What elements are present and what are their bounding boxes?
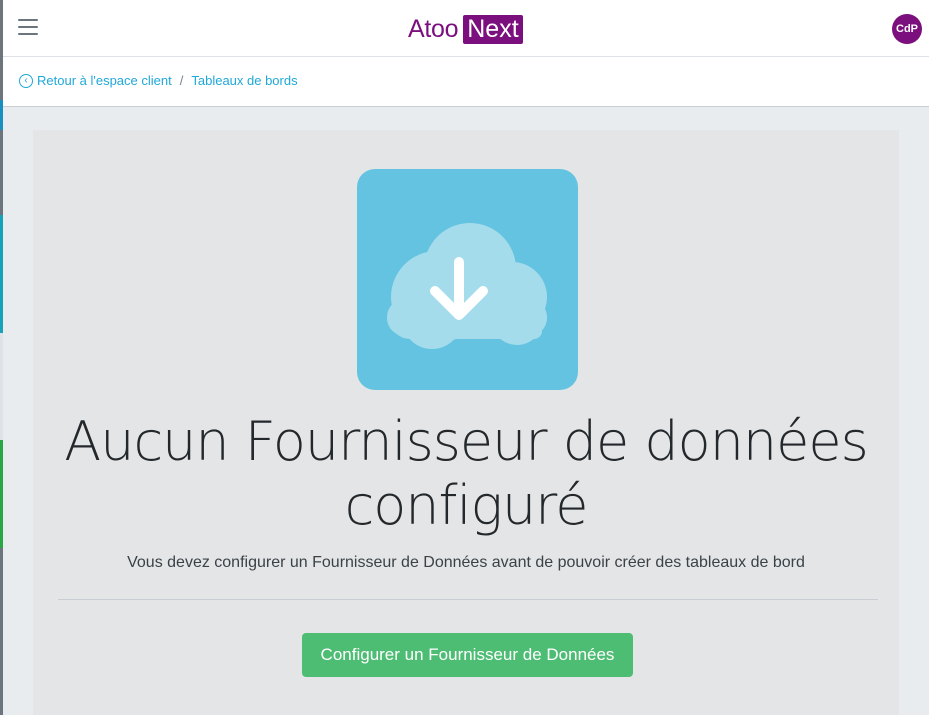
empty-state-panel: Aucun Fournisseur de données configuré V… — [33, 130, 899, 715]
brand-name-secondary: Next — [463, 14, 523, 44]
top-navbar: Atoo Next CdP — [3, 0, 929, 57]
chevron-left-circle-icon: ‹ — [19, 73, 33, 88]
empty-state-title: Aucun Fournisseur de données configuré — [64, 410, 868, 537]
breadcrumb-back-link[interactable]: ‹ Retour à l'espace client — [19, 73, 172, 88]
breadcrumb-bar: ‹ Retour à l'espace client / Tableaux de… — [3, 57, 929, 107]
app-window: Atoo Next CdP ‹ Retour à l'espace client… — [3, 0, 929, 715]
user-avatar[interactable]: CdP — [892, 14, 922, 44]
brand-name-primary: Atoo — [408, 14, 459, 43]
screen: Atoo Next CdP ‹ Retour à l'espace client… — [0, 0, 929, 715]
brand-logo[interactable]: Atoo Next — [408, 14, 523, 44]
configure-data-provider-button[interactable]: Configurer un Fournisseur de Données — [302, 633, 633, 677]
empty-state-description: Vous devez configurer un Fournisseur de … — [127, 554, 805, 571]
breadcrumb-current[interactable]: Tableaux de bords — [191, 73, 297, 88]
breadcrumb-back-label: Retour à l'espace client — [37, 73, 172, 88]
menu-icon[interactable] — [18, 19, 38, 37]
breadcrumb-separator: / — [179, 73, 184, 88]
breadcrumb: ‹ Retour à l'espace client / Tableaux de… — [19, 73, 298, 88]
cloud-download-icon — [357, 169, 578, 390]
divider — [58, 599, 878, 600]
